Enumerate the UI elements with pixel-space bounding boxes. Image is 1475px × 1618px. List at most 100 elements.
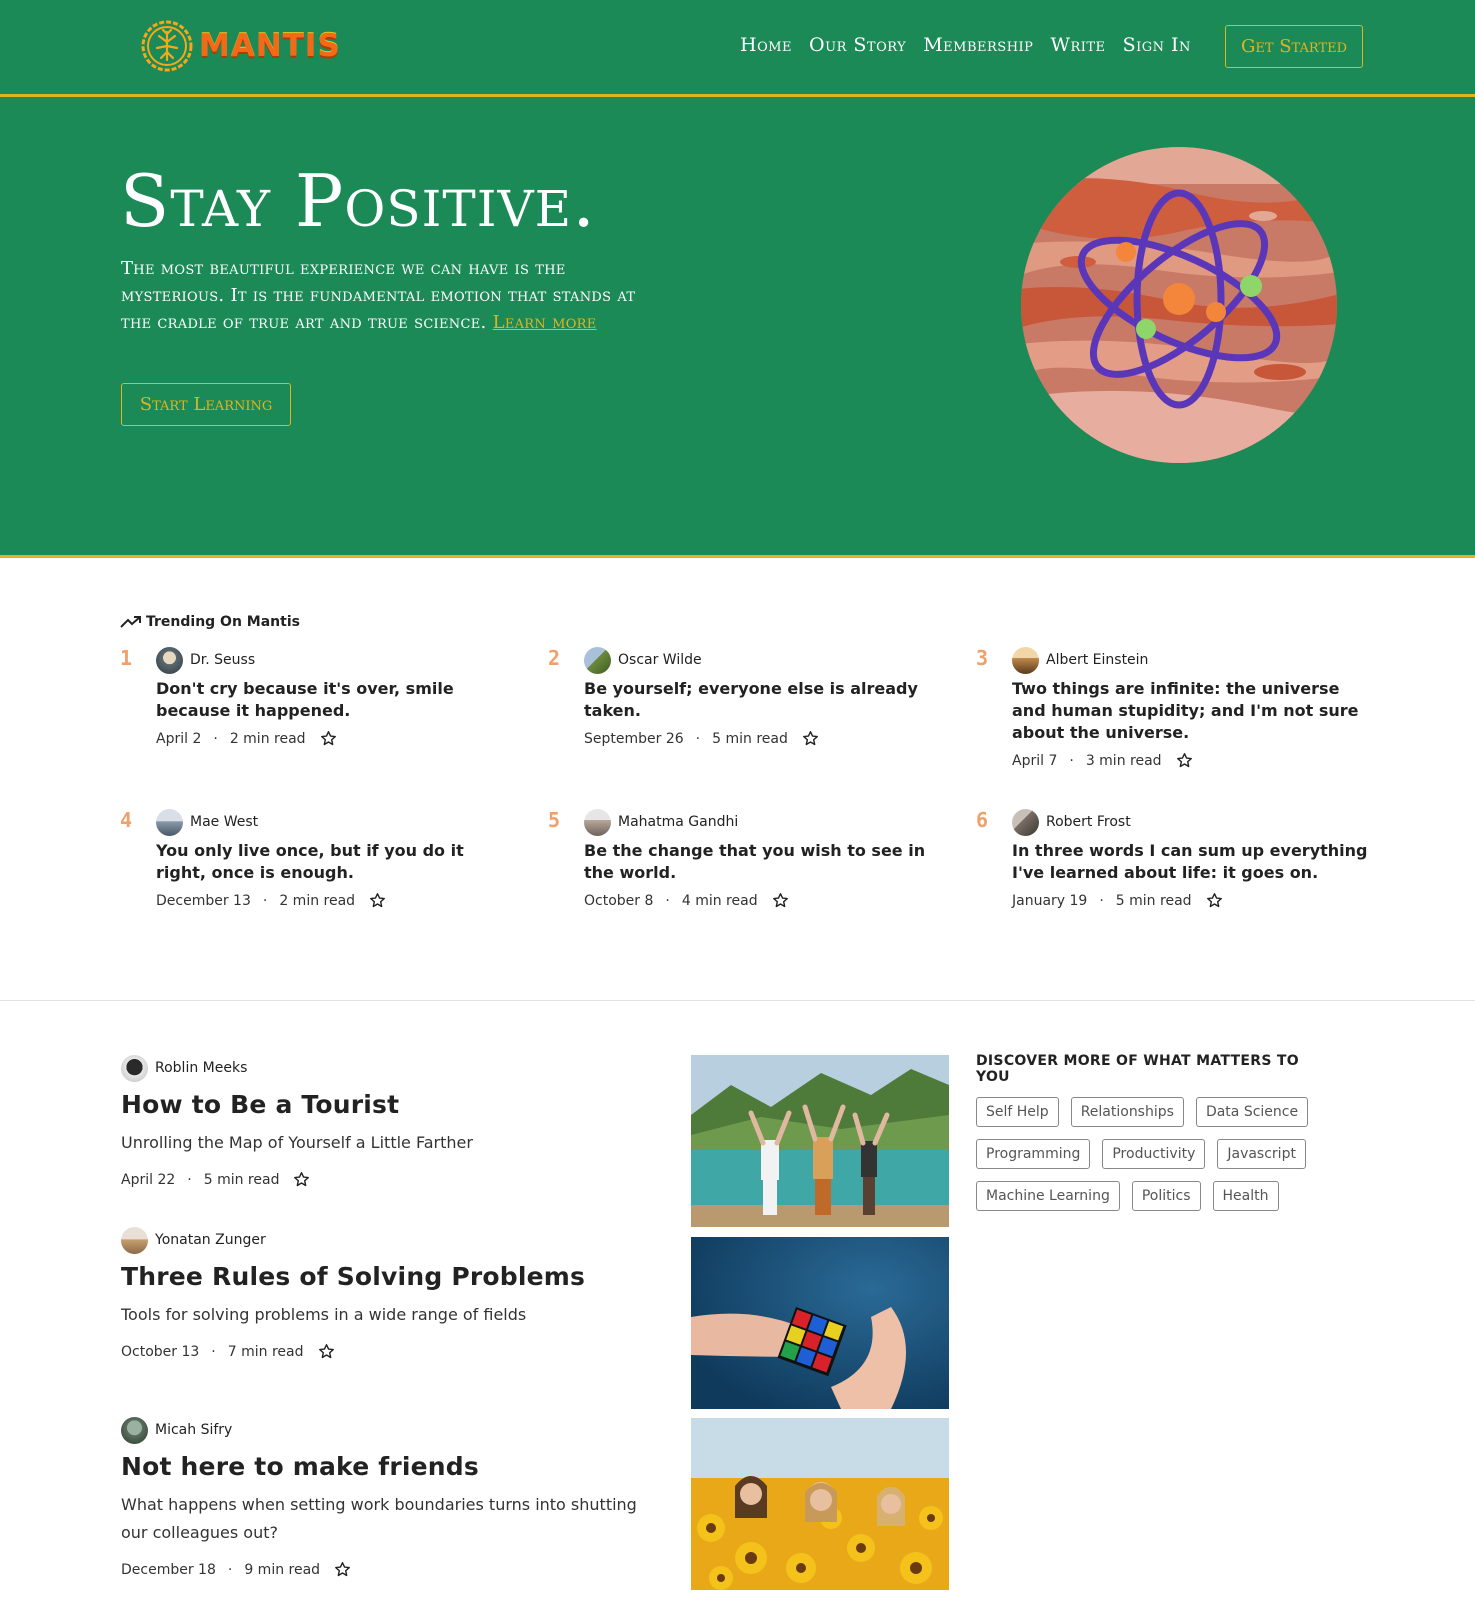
hero-description: The most beautiful experience we can hav… — [121, 255, 641, 336]
topic-tag[interactable]: Machine Learning — [976, 1181, 1120, 1211]
post-date: December 13 — [156, 892, 251, 909]
topic-tags: Self Help Relationships Data Science Pro… — [976, 1097, 1336, 1211]
post-title[interactable]: Three Rules of Solving Problems — [121, 1262, 661, 1291]
post-subtitle: Unrolling the Map of Yourself a Little F… — [121, 1133, 473, 1152]
trending-rank: 3 — [976, 646, 989, 670]
post-thumbnail-lake[interactable] — [691, 1055, 949, 1227]
post-date: October 8 — [584, 892, 654, 909]
trending-rank: 2 — [548, 646, 561, 670]
post-thumbnail-sunflowers[interactable] — [691, 1418, 949, 1590]
author-name: Roblin Meeks — [155, 1060, 248, 1076]
trending-rank: 4 — [120, 808, 133, 832]
top-navbar: MANTIS Home Our Story Membership Write S… — [0, 0, 1475, 97]
topic-tag[interactable]: Politics — [1131, 1181, 1201, 1211]
topic-tag[interactable]: Programming — [976, 1139, 1091, 1169]
post-subtitle: Tools for solving problems in a wide ran… — [121, 1305, 527, 1324]
post-title[interactable]: How to Be a Tourist — [121, 1090, 661, 1119]
section-divider — [0, 1000, 1475, 1001]
topic-tag[interactable]: Data Science — [1195, 1097, 1309, 1127]
discover-heading: DISCOVER MORE OF WHAT MATTERS TO YOU — [976, 1053, 1299, 1085]
star-icon[interactable] — [320, 730, 337, 747]
post-date: September 26 — [584, 730, 684, 747]
avatar — [1012, 646, 1039, 674]
avatar — [156, 646, 183, 674]
star-icon[interactable] — [334, 1561, 351, 1578]
post-card[interactable]: Micah Sifry Not here to make friends Wha… — [121, 1416, 661, 1578]
read-time: 3 min read — [1085, 752, 1162, 769]
post-title[interactable]: Not here to make friends — [121, 1452, 661, 1481]
author-name: Dr. Seuss — [190, 652, 256, 668]
post-date: April 22 — [121, 1171, 176, 1188]
trending-rank: 6 — [976, 808, 989, 832]
author-name: Albert Einstein — [1046, 652, 1149, 668]
author-name: Mae West — [190, 814, 259, 830]
nav-home[interactable]: Home — [740, 34, 792, 56]
get-started-button[interactable]: Get Started — [1225, 25, 1363, 68]
hero-section: Stay Positive. The most beautiful experi… — [0, 97, 1475, 558]
trending-title[interactable]: In three words I can sum up everything I… — [1012, 840, 1372, 884]
meta-separator: · — [1069, 752, 1074, 769]
star-icon[interactable] — [293, 1171, 310, 1188]
trending-up-icon — [120, 616, 141, 628]
author-name: Oscar Wilde — [618, 652, 702, 668]
trending-rank: 5 — [548, 808, 561, 832]
trending-title[interactable]: Don't cry because it's over, smile becau… — [156, 678, 516, 722]
post-date: December 18 — [121, 1561, 216, 1578]
trending-rank: 1 — [120, 646, 133, 670]
read-time: 9 min read — [244, 1561, 321, 1578]
nav-write[interactable]: Write — [1050, 34, 1105, 56]
post-date: April 7 — [1012, 752, 1058, 769]
trending-title[interactable]: You only live once, but if you do it rig… — [156, 840, 516, 884]
star-icon[interactable] — [1176, 752, 1193, 769]
avatar — [121, 1416, 148, 1444]
read-time: 5 min read — [712, 730, 788, 747]
meta-separator: · — [665, 892, 670, 909]
trending-heading-label: Trending On Mantis — [146, 614, 300, 630]
hero-title: Stay Positive. — [120, 159, 596, 243]
avatar — [121, 1226, 148, 1254]
avatar — [121, 1054, 148, 1082]
trending-title[interactable]: Be yourself; everyone else is already ta… — [584, 678, 944, 722]
main-nav: Home Our Story Membership Write Sign In — [740, 34, 1191, 56]
star-icon[interactable] — [802, 730, 819, 747]
read-time: 4 min read — [681, 892, 758, 909]
nav-our-story[interactable]: Our Story — [809, 34, 906, 56]
post-date: October 13 — [121, 1343, 200, 1360]
brand-logo[interactable]: MANTIS — [139, 18, 341, 74]
trending-heading: Trending On Mantis — [120, 614, 300, 630]
learn-more-link[interactable]: Learn more — [493, 312, 597, 333]
topic-tag[interactable]: Javascript — [1217, 1139, 1306, 1169]
nav-membership[interactable]: Membership — [923, 34, 1033, 56]
topic-tag[interactable]: Self Help — [976, 1097, 1059, 1127]
meta-separator: · — [695, 730, 701, 747]
start-learning-button[interactable]: Start Learning — [121, 383, 291, 426]
mantis-logo-icon — [141, 20, 193, 72]
meta-separator: · — [262, 892, 268, 909]
avatar — [584, 646, 611, 674]
post-subtitle: What happens when setting work boundarie… — [121, 1495, 637, 1542]
star-icon[interactable] — [369, 892, 386, 909]
nav-sign-in[interactable]: Sign In — [1123, 34, 1191, 56]
read-time: 2 min read — [279, 892, 356, 909]
read-time: 7 min read — [227, 1343, 304, 1360]
star-icon[interactable] — [772, 892, 789, 909]
brand-name: MANTIS — [199, 28, 341, 64]
post-card[interactable]: Yonatan Zunger Three Rules of Solving Pr… — [121, 1226, 661, 1360]
post-card[interactable]: Roblin Meeks How to Be a Tourist Unrolli… — [121, 1054, 661, 1188]
meta-separator: · — [227, 1561, 233, 1578]
star-icon[interactable] — [1206, 892, 1223, 909]
meta-separator: · — [1099, 892, 1104, 909]
topic-tag[interactable]: Productivity — [1102, 1139, 1206, 1169]
meta-separator: · — [213, 730, 218, 747]
trending-title[interactable]: Two things are infinite: the universe an… — [1012, 678, 1372, 744]
topic-tag[interactable]: Relationships — [1070, 1097, 1184, 1127]
post-date: April 2 — [156, 730, 202, 747]
star-icon[interactable] — [318, 1343, 335, 1360]
atom-planet-illustration — [1021, 147, 1337, 463]
post-thumbnail-rubiks-cube[interactable] — [691, 1237, 949, 1409]
topic-tag[interactable]: Health — [1212, 1181, 1279, 1211]
read-time: 5 min read — [1115, 892, 1192, 909]
trending-title[interactable]: Be the change that you wish to see in th… — [584, 840, 944, 884]
avatar — [1012, 808, 1039, 836]
author-name: Robert Frost — [1046, 814, 1131, 830]
